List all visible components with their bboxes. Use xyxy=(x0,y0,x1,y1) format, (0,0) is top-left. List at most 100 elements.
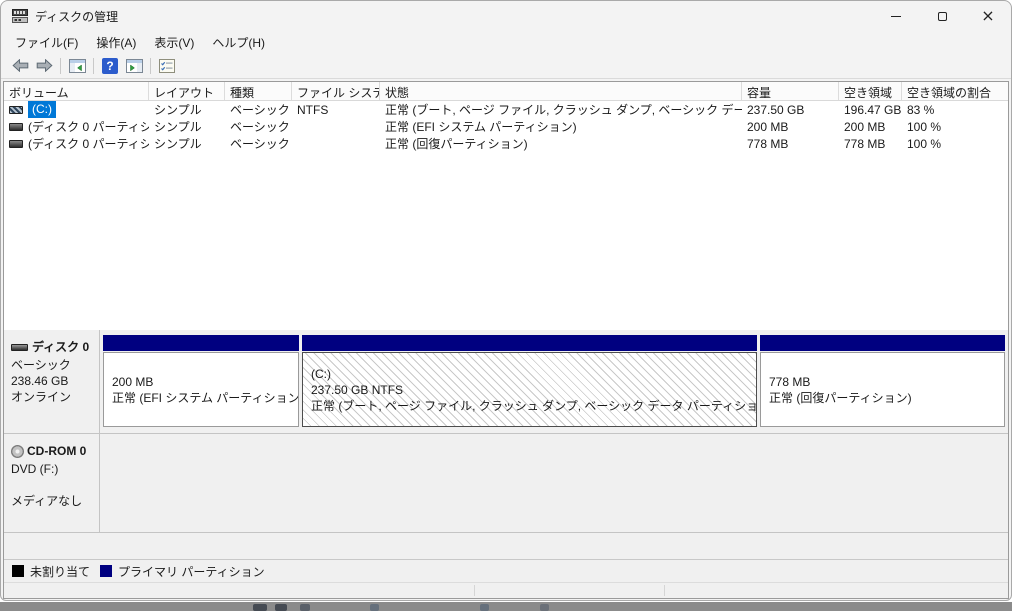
partition-size: 237.50 GB NTFS xyxy=(311,382,404,397)
legend-primary-label: プライマリ パーティション xyxy=(118,564,265,579)
taskbar-strip xyxy=(0,602,1012,611)
partition-size: 200 MB xyxy=(112,374,154,389)
volume-layout-cell: シンプル xyxy=(154,137,202,151)
graph-pane-filler xyxy=(4,533,1008,559)
graphical-view-pane: ディスク 0 ベーシック 238.46 GB オンライン 200 MB 正常 (… xyxy=(4,330,1008,559)
column-header-capacity[interactable]: 容量 xyxy=(742,82,839,100)
taskbar-icon-top xyxy=(540,604,549,611)
primary-partition-swatch xyxy=(100,565,113,577)
action-pane-button[interactable] xyxy=(122,55,146,77)
volume-capacity-cell: 778 MB xyxy=(747,136,789,151)
toolbar-separator xyxy=(60,57,61,74)
cdrom-drive-letter: DVD (F:) xyxy=(11,462,59,476)
status-bar xyxy=(4,582,1008,598)
cdrom-graph-area xyxy=(100,434,1008,532)
volume-fs-cell xyxy=(292,135,380,152)
legend-unallocated: 未割り当て xyxy=(12,563,90,580)
close-button[interactable]: × xyxy=(965,1,1011,31)
disk-management-icon xyxy=(12,9,28,23)
taskbar-icon-top xyxy=(300,604,310,611)
column-header-layout[interactable]: レイアウト xyxy=(149,82,225,100)
volume-name: (ディスク 0 パーティション 4) xyxy=(28,137,149,151)
menu-file[interactable]: ファイル(F) xyxy=(6,31,87,54)
taskbar-icon-top xyxy=(275,604,287,611)
back-arrow-icon xyxy=(11,59,28,72)
legend-unallocated-label: 未割り当て xyxy=(30,564,91,579)
volume-name-cell: (C:) xyxy=(4,101,149,118)
partition-color-bar xyxy=(302,335,757,351)
volume-icon xyxy=(9,139,23,148)
minimize-button[interactable] xyxy=(873,1,919,31)
menu-action[interactable]: 操作(A) xyxy=(87,31,145,54)
taskbar-icon-top xyxy=(370,604,379,611)
cdrom-label-panel[interactable]: CD-ROM 0 DVD (F:) メディアなし xyxy=(4,434,100,532)
column-header-freespace[interactable]: 空き領域 xyxy=(839,82,902,100)
properties-checklist-icon xyxy=(159,58,175,73)
console-tree-button[interactable] xyxy=(65,55,89,77)
partition-color-bar xyxy=(103,335,299,351)
disk-management-window: ディスクの管理 × ファイル(F) 操作(A) 表示(V) ヘルプ(H) ? ボ… xyxy=(0,0,1012,601)
partition-status: 正常 (ブート, ページ ファイル, クラッシュ ダンプ, ベーシック データ … xyxy=(311,398,757,413)
partition-status: 正常 (EFI システム パーティション) xyxy=(112,390,299,405)
volume-row-c[interactable]: (C:) シンプル ベーシック NTFS 正常 (ブート, ページ ファイル, … xyxy=(4,101,1008,118)
volume-freepct-cell: 100 % xyxy=(907,136,942,151)
menu-help[interactable]: ヘルプ(H) xyxy=(203,31,274,54)
volume-list-pane: ボリューム レイアウト 種類 ファイル システム 状態 容量 空き領域 空き領域… xyxy=(4,82,1008,330)
volume-icon xyxy=(9,122,23,131)
volume-freepct-cell: 100 % xyxy=(907,119,942,134)
close-icon: × xyxy=(981,6,995,25)
toolbar-separator xyxy=(150,57,151,74)
cdrom-media-status: メディアなし xyxy=(11,494,83,508)
taskbar-icon-top xyxy=(480,604,489,611)
help-icon: ? xyxy=(102,57,118,74)
client-area: ボリューム レイアウト 種類 ファイル システム 状態 容量 空き領域 空き領域… xyxy=(3,81,1009,599)
volume-capacity-cell: 200 MB xyxy=(747,119,789,134)
help-button[interactable]: ? xyxy=(98,55,122,77)
menu-view[interactable]: 表示(V) xyxy=(145,31,203,54)
partition-recovery[interactable]: 778 MB 正常 (回復パーティション) xyxy=(760,335,1005,427)
disk0-status: オンライン xyxy=(11,390,72,404)
volume-layout-cell: シンプル xyxy=(154,103,202,117)
volume-icon xyxy=(9,105,23,114)
volume-type-cell: ベーシック xyxy=(230,137,290,151)
partition-efi-body: 200 MB 正常 (EFI システム パーティション) xyxy=(103,352,299,427)
column-header-filesystem[interactable]: ファイル システム xyxy=(292,82,380,100)
unallocated-swatch xyxy=(12,565,24,577)
cd-rom-icon xyxy=(11,444,24,458)
maximize-icon xyxy=(937,11,947,21)
disk0-label-panel[interactable]: ディスク 0 ベーシック 238.46 GB オンライン xyxy=(4,330,100,433)
volume-name: (ディスク 0 パーティション 1) xyxy=(28,120,149,134)
forward-button[interactable] xyxy=(32,55,56,77)
status-bar-separator xyxy=(664,585,665,596)
partition-efi[interactable]: 200 MB 正常 (EFI システム パーティション) xyxy=(103,335,299,427)
disk-drive-icon xyxy=(11,343,28,351)
partition-c[interactable]: (C:) 237.50 GB NTFS 正常 (ブート, ページ ファイル, ク… xyxy=(302,335,757,427)
column-header-type[interactable]: 種類 xyxy=(225,82,292,100)
window-controls: × xyxy=(873,1,1011,31)
disk0-type: ベーシック xyxy=(11,358,71,372)
volume-name-cell: (ディスク 0 パーティション 4) xyxy=(4,135,149,152)
column-header-freepct[interactable]: 空き領域の割合 xyxy=(902,82,1003,100)
partition-status: 正常 (回復パーティション) xyxy=(769,390,912,405)
volume-free-cell: 200 MB xyxy=(844,119,886,134)
maximize-button[interactable] xyxy=(919,1,965,31)
toolbar: ? xyxy=(1,53,1011,79)
volume-free-cell: 778 MB xyxy=(844,136,886,151)
back-button[interactable] xyxy=(8,55,32,77)
volume-status-cell: 正常 (ブート, ページ ファイル, クラッシュ ダンプ, ベーシック データ … xyxy=(385,103,742,117)
volume-row-partition4[interactable]: (ディスク 0 パーティション 4) シンプル ベーシック 正常 (回復パーティ… xyxy=(4,135,1008,152)
partition-size: 778 MB xyxy=(769,374,811,389)
console-tree-icon xyxy=(68,58,86,73)
volume-freepct-cell: 83 % xyxy=(907,102,935,117)
menu-bar: ファイル(F) 操作(A) 表示(V) ヘルプ(H) xyxy=(1,31,1011,53)
volume-type-cell: ベーシック xyxy=(230,120,290,134)
partition-c-body: (C:) 237.50 GB NTFS 正常 (ブート, ページ ファイル, ク… xyxy=(302,352,757,427)
column-header-status[interactable]: 状態 xyxy=(380,82,742,100)
volume-row-partition1[interactable]: (ディスク 0 パーティション 1) シンプル ベーシック 正常 (EFI シス… xyxy=(4,118,1008,135)
legend-primary-partition: プライマリ パーティション xyxy=(100,563,265,580)
toolbar-separator xyxy=(93,57,94,74)
disk0-partitions: 200 MB 正常 (EFI システム パーティション) (C:) 237.50… xyxy=(100,330,1008,433)
properties-button[interactable] xyxy=(155,55,179,77)
volume-layout-cell: シンプル xyxy=(154,120,202,134)
column-header-volume[interactable]: ボリューム xyxy=(4,82,149,100)
